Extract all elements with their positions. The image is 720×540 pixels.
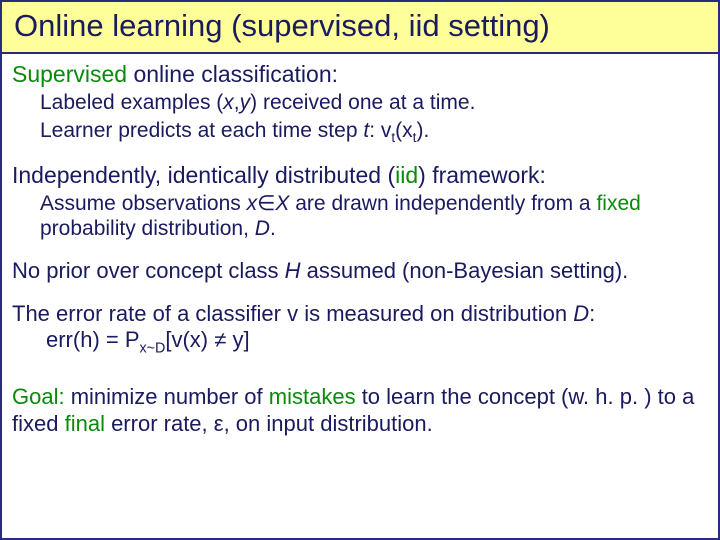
t: err(h) = P — [46, 327, 140, 352]
final-word: final — [65, 411, 105, 436]
var-x: x — [247, 192, 258, 215]
t: : — [589, 301, 595, 326]
title-text: Online learning (supervised, iid setting… — [14, 8, 550, 43]
t: ) received one at a time. — [250, 91, 475, 114]
goal-para: Goal: minimize number of mistakes to lea… — [12, 384, 710, 438]
var-x: x — [223, 91, 234, 114]
error-rate-para: The error rate of a classifier v is meas… — [12, 301, 710, 359]
supervised-rest: online classification: — [127, 61, 338, 87]
dist-D: D — [255, 217, 270, 240]
t: ) framework: — [418, 162, 546, 188]
t: y] — [226, 327, 249, 352]
slide: Online learning (supervised, iid setting… — [0, 0, 720, 540]
supervised-word: Supervised — [12, 61, 127, 87]
t: Independently, identically distributed ( — [12, 162, 395, 188]
t: are drawn independently from a — [289, 192, 596, 215]
goal-word: Goal: — [12, 384, 65, 409]
supervised-line1: Labeled examples (x,y) received one at a… — [12, 90, 710, 116]
t: Assume observations — [40, 192, 247, 215]
elem-of: ∈ — [257, 192, 275, 215]
set-X: X — [275, 192, 289, 215]
t: No prior over concept class — [12, 258, 285, 283]
class-H: H — [285, 258, 301, 283]
epsilon: ε — [214, 411, 224, 436]
supervised-line2: Learner predicts at each time step t: vt… — [12, 118, 710, 147]
iid-line1: Assume observations x∈X are drawn indepe… — [12, 191, 710, 242]
t: . — [270, 217, 276, 240]
t: error rate, — [105, 411, 214, 436]
neq: ≠ — [214, 327, 226, 352]
fixed-word: fixed — [596, 192, 640, 215]
var-y: y — [240, 91, 251, 114]
t: minimize number of — [65, 384, 269, 409]
error-formula: err(h) = Px~D[v(x) ≠ y] — [12, 327, 710, 358]
no-prior-para: No prior over concept class H assumed (n… — [12, 258, 710, 285]
t: [v(x) — [165, 327, 214, 352]
t: : v — [369, 119, 391, 142]
t: Labeled examples ( — [40, 91, 223, 114]
t: ). — [416, 119, 429, 142]
section-iid: Independently, identically distributed (… — [12, 161, 710, 242]
sub-xd: x~D — [140, 341, 166, 357]
section-supervised: Supervised online classification: Labele… — [12, 60, 710, 147]
t: Learner predicts at each time step — [40, 119, 363, 142]
section-head-iid: Independently, identically distributed (… — [12, 161, 710, 189]
t: , on input distribution. — [224, 411, 433, 436]
t: (x — [395, 119, 413, 142]
section-head-supervised: Supervised online classification: — [12, 60, 710, 88]
iid-word: iid — [395, 162, 418, 188]
slide-body: Supervised online classification: Labele… — [2, 54, 718, 446]
dist-D2: D — [573, 301, 589, 326]
t: The error rate of a classifier v is meas… — [12, 301, 573, 326]
t: assumed (non-Bayesian setting). — [301, 258, 629, 283]
mistakes-word: mistakes — [269, 384, 356, 409]
title-banner: Online learning (supervised, iid setting… — [2, 2, 718, 54]
t: probability distribution, — [40, 217, 255, 240]
